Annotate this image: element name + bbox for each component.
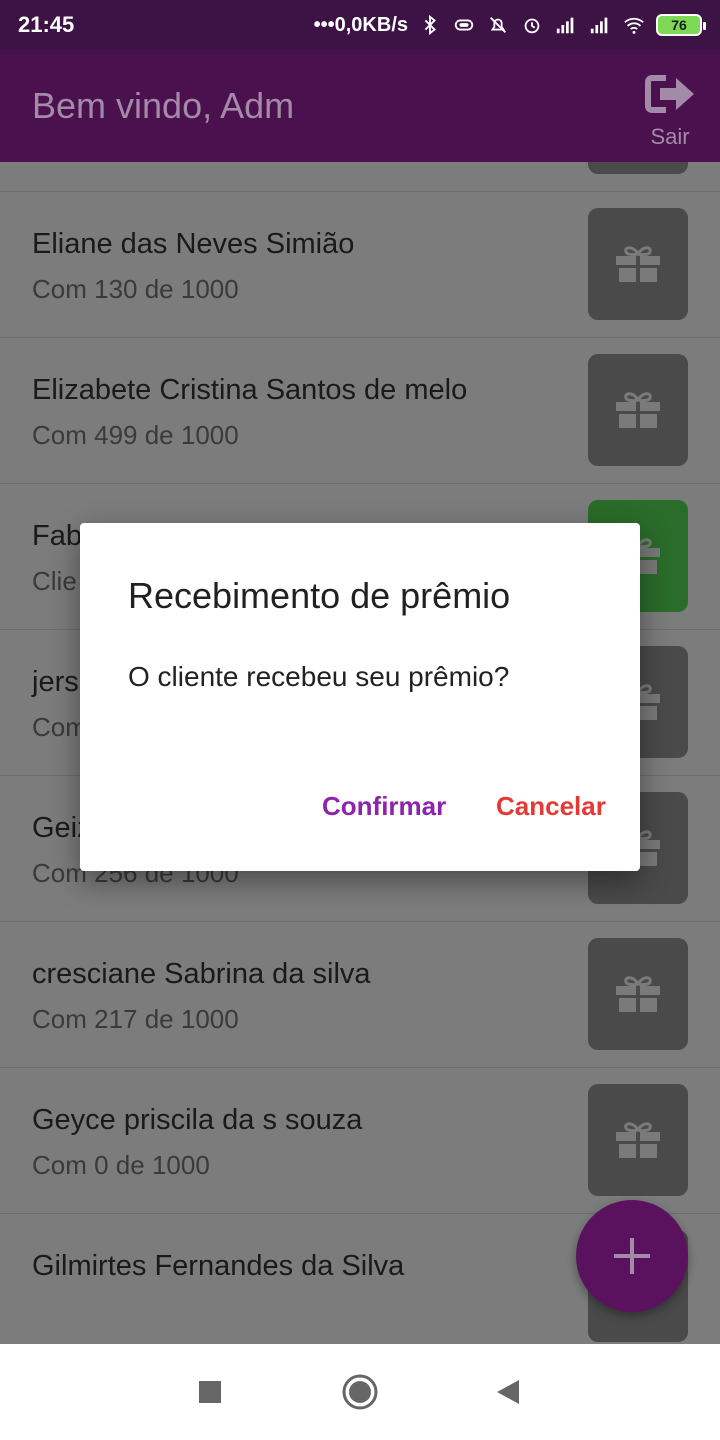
gift-icon bbox=[616, 976, 660, 1012]
reward-dialog: Recebimento de prêmio O cliente recebeu … bbox=[80, 523, 640, 871]
customer-stamps: Com 130 de 1000 bbox=[32, 274, 239, 304]
back-button[interactable] bbox=[488, 1372, 528, 1412]
customer-name: Geyce priscila da s souza bbox=[32, 1104, 363, 1136]
cancel-button[interactable]: Cancelar bbox=[496, 791, 606, 822]
customer-name: Gilmirtes Fernandes da Silva bbox=[32, 1250, 405, 1282]
system-nav-bar bbox=[0, 1344, 720, 1440]
customer-name: Fab bbox=[32, 520, 82, 552]
network-speed: •••0,0KB/s bbox=[313, 13, 408, 36]
redeem-gift-button[interactable] bbox=[588, 938, 688, 1050]
app-bar: Bem vindo, Adm Sair bbox=[0, 50, 720, 162]
list-item[interactable]: Elizabete Cristina Santos de melo Com 499… bbox=[0, 338, 720, 484]
list-item[interactable]: Eliane das Neves Simião Com 130 de 1000 bbox=[0, 192, 720, 338]
list-item[interactable]: cresciane Sabrina da silva Com 217 de 100… bbox=[0, 922, 720, 1068]
customer-stamps: Com 499 de 1000 bbox=[32, 420, 239, 450]
customer-name: Eliane das Neves Simião bbox=[32, 228, 355, 260]
wifi-icon bbox=[624, 17, 644, 34]
logout-label: Sair bbox=[650, 124, 690, 149]
vibrate-icon bbox=[454, 19, 474, 31]
dialog-title: Recebimento de prêmio bbox=[128, 575, 511, 616]
logout-icon bbox=[645, 75, 694, 113]
redeem-gift-button[interactable] bbox=[588, 162, 688, 174]
customer-stamps: Clie bbox=[32, 566, 77, 596]
status-bar: 21:45 •••0,0KB/s 76 bbox=[0, 0, 720, 50]
customer-name: cresciane Sabrina da silva bbox=[32, 958, 371, 990]
bluetooth-icon bbox=[424, 14, 436, 36]
redeem-gift-button[interactable] bbox=[588, 208, 688, 320]
home-button[interactable] bbox=[340, 1372, 380, 1412]
circle-icon bbox=[342, 1374, 378, 1410]
list-item[interactable]: edicleia Mascarenhas BentoCom 353 de 100… bbox=[0, 162, 720, 192]
alarm-icon bbox=[524, 18, 540, 34]
plus-icon bbox=[614, 1238, 650, 1274]
confirm-button[interactable]: Confirmar bbox=[322, 791, 446, 822]
list-item[interactable]: Geyce priscila da s souza Com 0 de 1000 bbox=[0, 1068, 720, 1214]
customer-stamps: Com 217 de 1000 bbox=[32, 1004, 239, 1034]
gift-icon bbox=[616, 392, 660, 428]
customer-name: Elizabete Cristina Santos de melo bbox=[32, 374, 468, 406]
dialog-message: O cliente recebeu seu prêmio? bbox=[128, 661, 510, 692]
square-icon bbox=[199, 1381, 221, 1403]
customer-name: jers bbox=[32, 666, 79, 698]
recents-button[interactable] bbox=[190, 1372, 230, 1412]
mute-bell-icon bbox=[490, 17, 506, 33]
gift-icon bbox=[616, 1122, 660, 1158]
page-title: Bem vindo, Adm bbox=[32, 85, 295, 126]
redeem-gift-button[interactable] bbox=[588, 354, 688, 466]
battery-indicator: 76 bbox=[656, 14, 706, 36]
signal-roaming-icon bbox=[590, 17, 608, 34]
status-icons: •••0,0KB/s 76 bbox=[313, 13, 706, 37]
add-customer-button[interactable] bbox=[576, 1200, 688, 1312]
logout-button[interactable]: Sair bbox=[644, 72, 696, 150]
status-time: 21:45 bbox=[18, 12, 75, 37]
signal-icon bbox=[556, 17, 574, 34]
customer-stamps: Com bbox=[32, 712, 87, 742]
redeem-gift-button[interactable] bbox=[588, 1084, 688, 1196]
back-triangle-icon bbox=[497, 1380, 519, 1404]
gift-icon bbox=[616, 246, 660, 282]
customer-stamps: Com 0 de 1000 bbox=[32, 1150, 210, 1180]
